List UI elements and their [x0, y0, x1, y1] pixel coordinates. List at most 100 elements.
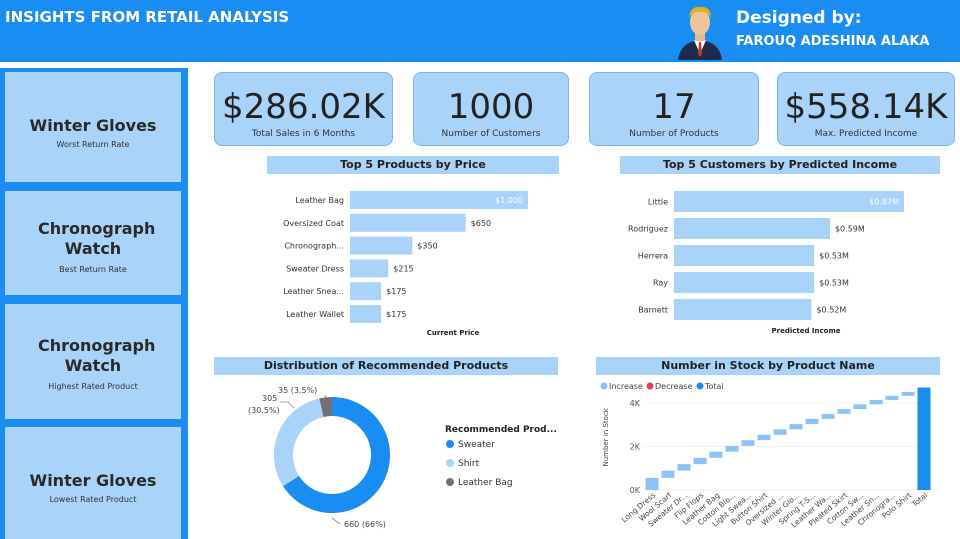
bar — [350, 282, 382, 301]
legend-swatch — [696, 382, 704, 390]
waterfall-bar — [789, 424, 803, 430]
kpi-value: 1000 — [447, 87, 535, 127]
data-label: (30.5%) — [248, 406, 280, 415]
insight-card-lowest-rated: Winter Gloves Lowest Rated Product — [5, 427, 181, 539]
legend-swatch — [446, 478, 454, 486]
bar — [350, 213, 466, 232]
bar — [674, 272, 815, 293]
bar — [350, 305, 382, 323]
waterfall-bar — [741, 440, 755, 446]
insight-sidebar: Winter Gloves Worst Return Rate Chronogr… — [0, 68, 188, 539]
legend-label: Increase — [609, 382, 643, 391]
data-label: $0.52M — [816, 306, 846, 315]
insight-card-subtitle: Lowest Rated Product — [49, 495, 137, 504]
data-label: $0.59M — [835, 225, 865, 234]
bar — [350, 236, 413, 255]
data-label: $175 — [386, 310, 406, 319]
waterfall-bar — [773, 429, 787, 435]
category-label: Chronograph... — [284, 242, 344, 251]
legend-label: Shirt — [458, 459, 480, 469]
legend-label: Decrease — [655, 382, 693, 391]
leader-line — [331, 517, 341, 525]
insight-card-subtitle: Highest Rated Product — [48, 382, 138, 391]
data-label: $0.53M — [819, 252, 849, 261]
kpi-value: $286.02K — [222, 87, 385, 127]
insight-card-subtitle: Best Return Rate — [59, 265, 127, 274]
legend-title: Recommended Prod... — [445, 425, 557, 435]
waterfall-bar — [917, 387, 931, 490]
waterfall-bar — [805, 418, 819, 425]
bar — [674, 299, 812, 320]
chart-title-stock-by-product: Number in Stock by Product Name — [596, 357, 940, 375]
waterfall-bar — [645, 477, 659, 490]
insight-card-highest-rated: Chronograph Watch Highest Rated Product — [5, 304, 181, 419]
bar — [674, 245, 815, 266]
x-axis-title: Current Price — [427, 329, 480, 337]
category-label: Ray — [653, 279, 668, 288]
category-label: Leather Wallet — [286, 310, 344, 319]
legend-swatch — [646, 382, 654, 390]
waterfall-bar — [661, 470, 675, 478]
kpi-label: Number of Customers — [441, 129, 541, 139]
waterfall-bar — [821, 413, 835, 419]
category-label: Leather Bag — [295, 196, 344, 205]
waterfall-bar — [757, 434, 771, 441]
waterfall-bar — [869, 399, 883, 405]
designer-name: FAROUQ ADESHINA ALAKA — [736, 34, 930, 49]
y-axis-title: Number in Stock — [602, 407, 610, 466]
kpi-value: 17 — [652, 87, 696, 127]
chart-title-recommended-distribution: Distribution of Recommended Products — [214, 357, 558, 375]
insight-card-subtitle: Worst Return Rate — [56, 140, 130, 149]
legend-swatch — [446, 459, 454, 467]
data-label: $0.53M — [819, 279, 849, 288]
insight-card-title: Winter Gloves — [29, 471, 157, 490]
kpi-customers: 1000 Number of Customers — [413, 72, 569, 146]
chart-title-products-by-price: Top 5 Products by Price — [267, 156, 559, 174]
legend-label: Sweater — [458, 440, 495, 450]
kpi-max-income: $558.14K Max. Predicted Income — [777, 72, 955, 146]
page-title: INSIGHTS FROM RETAIL ANALYSIS — [5, 8, 290, 26]
designer-avatar — [672, 2, 728, 60]
recommended-products-donut-chart: 660 (66%) 305 (30.5%) 35 (3.5%) Recommended … — [248, 386, 557, 529]
header-bar: INSIGHTS FROM RETAIL ANALYSIS Designed b… — [0, 0, 960, 62]
data-label: $650 — [471, 219, 491, 228]
waterfall-bar — [901, 391, 915, 396]
waterfall-bar — [853, 404, 867, 410]
insight-card-worst-return: Winter Gloves Worst Return Rate — [5, 72, 181, 182]
x-tick-label: Total — [909, 491, 929, 510]
category-label: Barnett — [638, 306, 668, 315]
data-label: 660 (66%) — [344, 520, 386, 529]
chart-title-customers-by-income: Top 5 Customers by Predicted Income — [620, 156, 940, 174]
legend-label: Leather Bag — [458, 478, 513, 488]
kpi-value: $558.14K — [784, 87, 948, 127]
bar — [350, 259, 389, 278]
data-label: 305 — [262, 394, 277, 403]
insight-card-best-return: Chronograph Watch Best Return Rate — [5, 191, 181, 295]
category-label: Oversized Coat — [283, 219, 344, 228]
data-label: $1,000 — [495, 196, 523, 205]
y-tick-label: 2K — [630, 443, 641, 452]
waterfall-bar — [677, 464, 691, 471]
stock-waterfall-chart: Increase Decrease Total 4K 2K 0K Number in Sto… — [600, 382, 932, 529]
legend-swatch — [600, 382, 608, 390]
kpi-label: Total Sales in 6 Months — [251, 129, 356, 139]
y-tick-label: 4K — [630, 399, 641, 408]
donut-slice — [274, 398, 324, 487]
kpi-label: Number of Products — [629, 129, 719, 139]
waterfall-bar — [725, 445, 739, 452]
data-label: $175 — [386, 287, 406, 296]
legend-label: Total — [704, 382, 724, 391]
insight-card-title: Chronograph Watch — [38, 219, 156, 258]
waterfall-bar — [837, 409, 851, 414]
data-label: $215 — [393, 264, 413, 273]
x-axis-title: Predicted Income — [771, 327, 840, 335]
data-label: 35 (3.5%) — [278, 386, 317, 395]
customers-by-income-chart: Little $0.87M Rodriguez $0.59M Herrera $0.53M… — [628, 191, 904, 335]
data-label: $0.87M — [869, 198, 899, 207]
category-label: Sweater Dress — [286, 264, 344, 273]
category-label: Herrera — [638, 252, 668, 261]
kpi-total-sales: $286.02K Total Sales in 6 Months — [214, 72, 393, 146]
insight-card-title: Chronograph Watch — [38, 336, 156, 375]
waterfall-bar — [693, 457, 707, 465]
category-label: Leather Snea... — [283, 287, 344, 296]
